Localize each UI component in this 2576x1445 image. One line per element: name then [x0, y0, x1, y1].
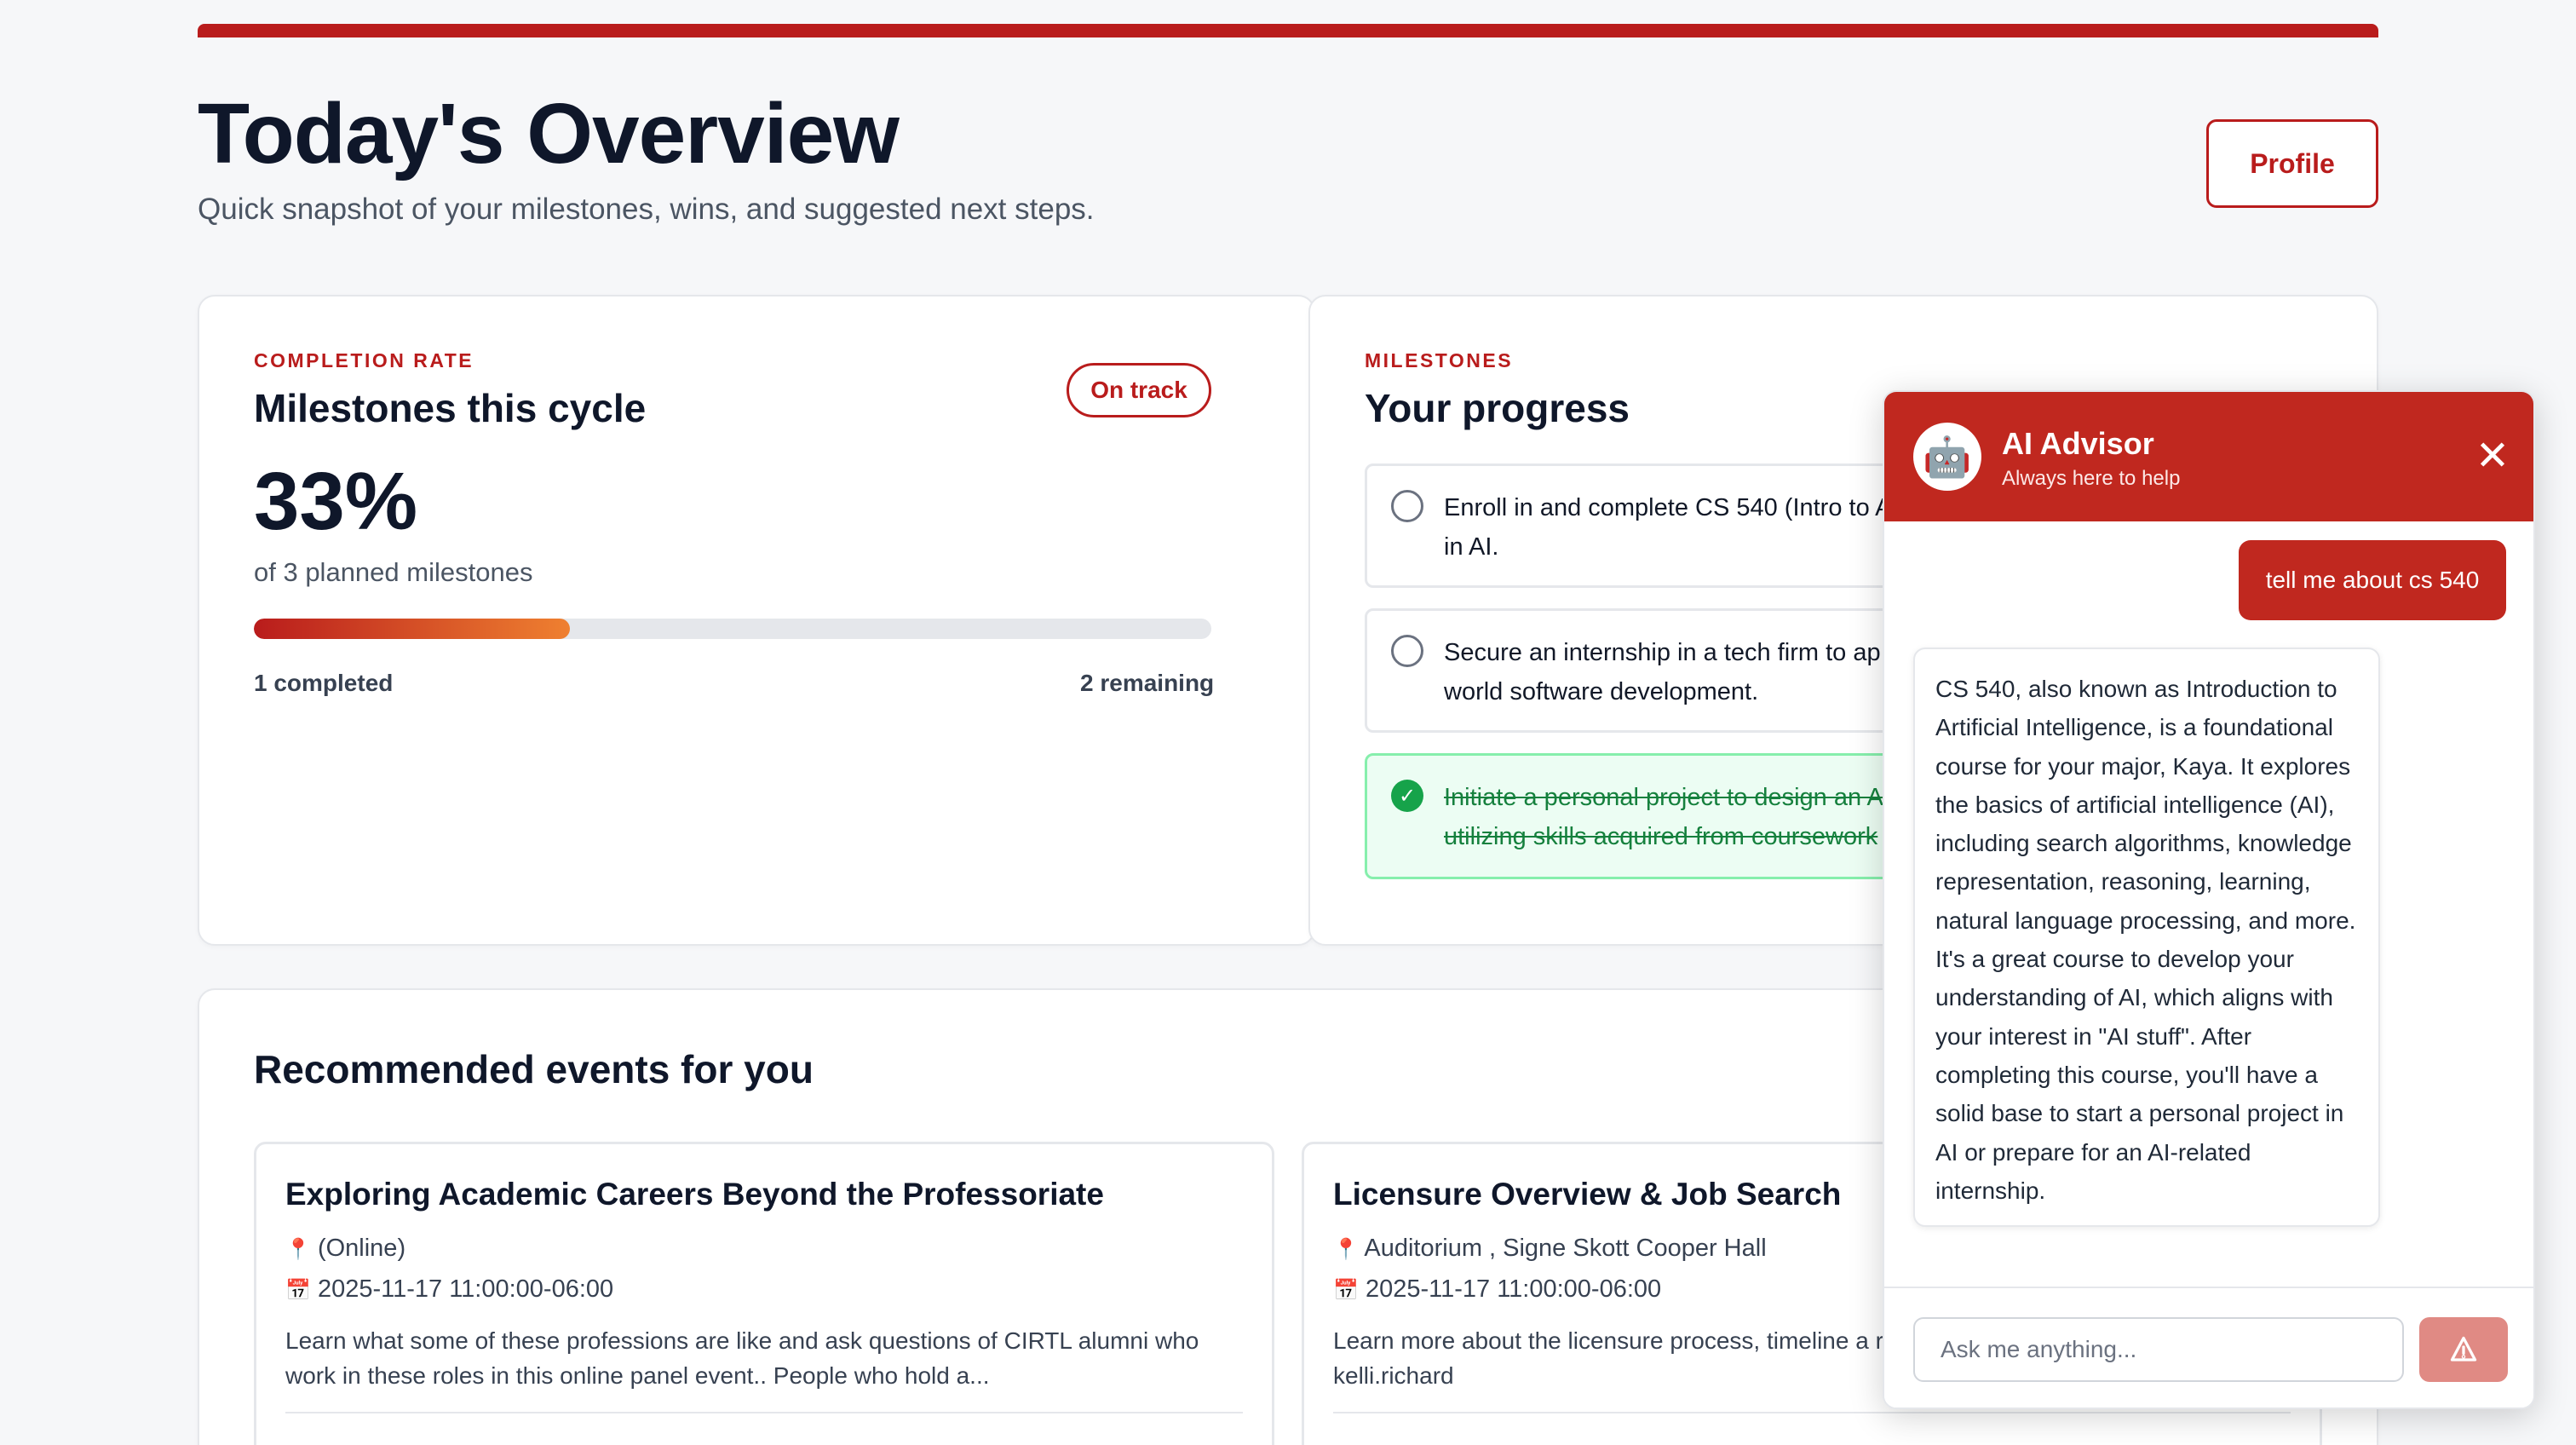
close-icon[interactable]: ✕: [2469, 433, 2516, 481]
completion-subtitle: of 3 planned milestones: [254, 557, 533, 587]
ai-advisor-panel: 🤖 AI Advisor Always here to help ✕ tell …: [1883, 390, 2535, 1409]
assistant-message: CS 540, also known as Introduction to Ar…: [1913, 648, 2380, 1227]
progress-bar-fill: [254, 619, 570, 639]
event-title[interactable]: Licensure Overview & Job Search: [1333, 1177, 1841, 1212]
progress-bar: [254, 619, 1211, 639]
remaining-label: 2 remaining: [1080, 670, 1215, 696]
event-description: Learn what some of these professions are…: [285, 1327, 1199, 1389]
event-location: (Online): [317, 1235, 406, 1262]
status-badge: On track: [1067, 363, 1211, 417]
milestone-text: Secure an internship in a tech firm to a…: [1444, 639, 1881, 666]
page-subtitle: Quick snapshot of your milestones, wins,…: [198, 193, 1095, 226]
advisor-header: 🤖 AI Advisor Always here to help ✕: [1884, 392, 2533, 521]
event-datetime: 2025-11-17 11:00:00-06:00: [1365, 1275, 1662, 1303]
milestone-text-cont: utilizing skills acquired from coursewor…: [1444, 823, 1878, 850]
send-icon: [2450, 1336, 2477, 1362]
completion-eyebrow: COMPLETION RATE: [254, 349, 474, 371]
completion-percent: 33%: [254, 456, 418, 547]
divider: [285, 1412, 1243, 1413]
milestone-text: Enroll in and complete CS 540 (Intro to …: [1444, 494, 1892, 521]
check-circle-icon[interactable]: ✓: [1391, 780, 1423, 812]
calendar-icon: 📅: [1333, 1279, 1359, 1302]
location-pin-icon: 📍: [1333, 1238, 1359, 1261]
checkbox-empty-icon[interactable]: [1391, 490, 1423, 522]
advisor-name: AI Advisor: [2002, 426, 2154, 461]
milestone-text-cont: in AI.: [1444, 533, 1499, 561]
event-title[interactable]: Exploring Academic Careers Beyond the Pr…: [285, 1177, 1104, 1212]
completed-label: 1 completed: [254, 670, 394, 696]
profile-button[interactable]: Profile: [2206, 119, 2378, 208]
event-datetime: 2025-11-17 11:00:00-06:00: [317, 1275, 614, 1303]
milestone-text: Initiate a personal project to design an…: [1444, 784, 1883, 811]
top-accent-bar: [198, 24, 2378, 37]
divider: [1333, 1412, 2291, 1413]
event-location: Auditorium , Signe Skott Cooper Hall: [1364, 1235, 1767, 1262]
milestones-eyebrow: MILESTONES: [1365, 349, 1514, 371]
checkbox-empty-icon[interactable]: [1391, 635, 1423, 667]
chat-composer: [1884, 1287, 2533, 1408]
chat-input[interactable]: [1913, 1317, 2404, 1382]
completion-title: Milestones this cycle: [254, 386, 647, 430]
milestones-title: Your progress: [1365, 386, 1630, 430]
send-button[interactable]: [2419, 1317, 2508, 1382]
robot-icon: 🤖: [1913, 423, 1981, 491]
event-card[interactable]: Exploring Academic Careers Beyond the Pr…: [254, 1142, 1274, 1445]
user-message: tell me about cs 540: [2239, 540, 2506, 620]
calendar-icon: 📅: [285, 1279, 311, 1302]
events-title: Recommended events for you: [254, 1047, 814, 1091]
advisor-tagline: Always here to help: [2002, 467, 2181, 490]
page-title: Today's Overview: [198, 86, 900, 181]
location-pin-icon: 📍: [285, 1238, 311, 1261]
milestone-text-cont: world software development.: [1444, 678, 1759, 705]
